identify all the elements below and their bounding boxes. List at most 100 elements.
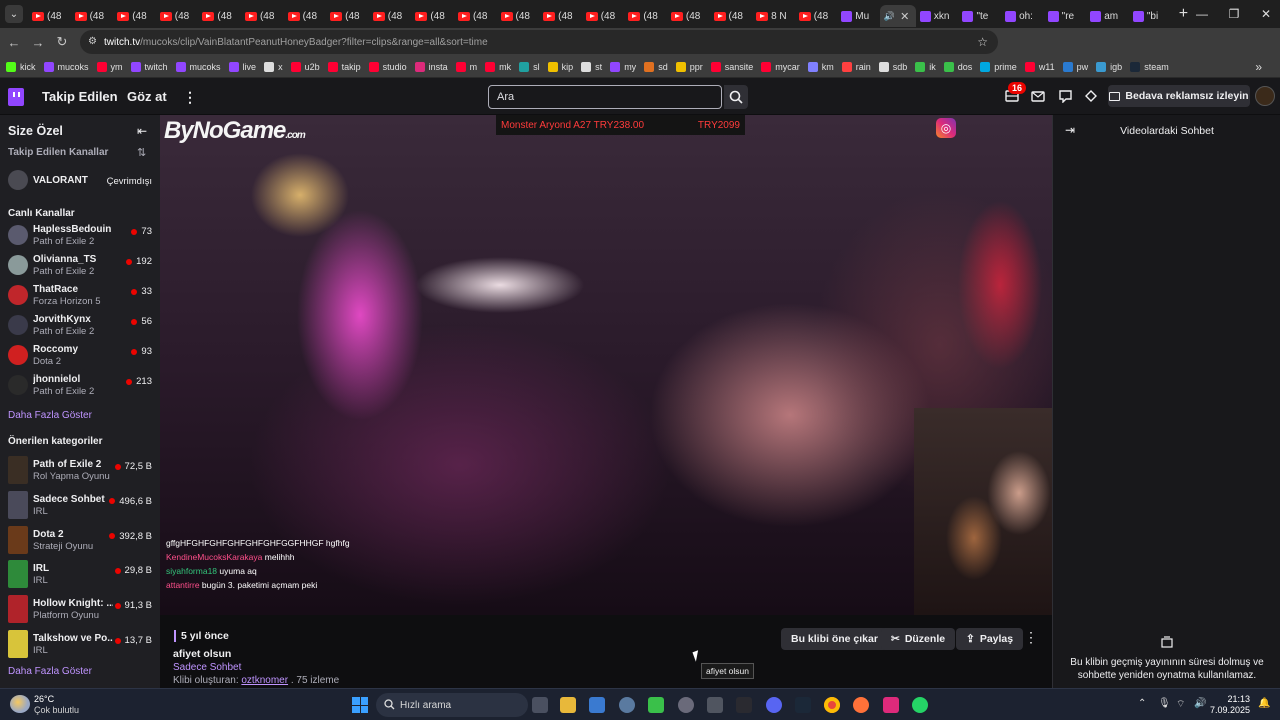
minimize-button[interactable]: —: [1186, 0, 1218, 28]
more-options-icon[interactable]: ⋮: [1024, 629, 1038, 646]
tab-close-icon[interactable]: ✕: [900, 10, 909, 23]
microphone-icon[interactable]: 🎙: [1158, 698, 1171, 709]
category-item[interactable]: Dota 2 Strateji Oyunu 392,8 B: [0, 525, 160, 555]
nav-following[interactable]: Takip Edilen: [42, 89, 118, 104]
bookmark-item[interactable]: ik: [915, 61, 936, 72]
notification-bell-icon[interactable]: 🔔: [1258, 698, 1270, 709]
app-icon[interactable]: [736, 697, 752, 713]
bookmark-item[interactable]: mucoks: [43, 61, 89, 72]
instagram-app-icon[interactable]: [883, 697, 899, 713]
category-item[interactable]: Hollow Knight: ... Platform Oyunu 91,3 B: [0, 594, 160, 624]
category-item[interactable]: IRL IRL 29,8 B: [0, 559, 160, 589]
bookmark-item[interactable]: studio: [368, 61, 407, 72]
bookmark-item[interactable]: takip: [327, 61, 361, 72]
clip-category-link[interactable]: Sadece Sohbet: [173, 662, 241, 673]
chrome-icon[interactable]: [824, 697, 840, 713]
show-more-channels-link[interactable]: Daha Fazla Göster: [8, 410, 92, 421]
feature-clip-button[interactable]: Bu klibi öne çıkar: [781, 628, 888, 650]
collapse-sidebar-icon[interactable]: ⇤: [137, 124, 147, 138]
bookmark-item[interactable]: u2b: [290, 61, 320, 72]
browser-tab[interactable]: (48: [28, 5, 71, 27]
file-explorer-icon[interactable]: [560, 697, 576, 713]
bookmark-item[interactable]: sdb: [878, 61, 907, 72]
chat-bubble-icon[interactable]: [1057, 88, 1073, 104]
browser-tab[interactable]: "bi: [1129, 5, 1172, 27]
bookmark-item[interactable]: st: [581, 61, 602, 72]
discord-icon[interactable]: [766, 697, 782, 713]
browser-tab[interactable]: (48: [326, 5, 369, 27]
bookmark-item[interactable]: ym: [96, 61, 123, 72]
bookmark-item[interactable]: my: [610, 61, 636, 72]
browser-tab[interactable]: xkn: [916, 5, 959, 27]
clock-time[interactable]: 21:13: [1224, 694, 1250, 704]
bookmark-item[interactable]: km: [807, 61, 834, 72]
bookmark-item[interactable]: kip: [547, 61, 573, 72]
bookmark-item[interactable]: x: [264, 61, 283, 72]
network-icon[interactable]: ⌔: [1176, 698, 1185, 711]
bookmark-item[interactable]: mycar: [761, 61, 800, 72]
live-channel-item[interactable]: Roccomy Dota 2 93: [0, 340, 160, 370]
sort-icon[interactable]: ⇅: [137, 146, 146, 159]
bookmark-item[interactable]: steam: [1130, 61, 1169, 72]
search-input[interactable]: Ara: [488, 85, 722, 109]
bookmark-item[interactable]: igb: [1096, 61, 1122, 72]
adfree-button[interactable]: Bedava reklamsız izleyin: [1108, 85, 1250, 107]
category-item[interactable]: Sadece Sohbet IRL 496,6 B: [0, 490, 160, 520]
live-channel-item[interactable]: JorvithKynx Path of Exile 2 56: [0, 310, 160, 340]
whispers-icon[interactable]: [1030, 88, 1046, 104]
active-tab[interactable]: 🔊 ✕: [879, 5, 916, 27]
bookmark-item[interactable]: dos: [943, 61, 972, 72]
maximize-button[interactable]: ❐: [1218, 0, 1250, 28]
share-button[interactable]: ⇪ Paylaş: [956, 628, 1024, 650]
bookmark-item[interactable]: mk: [485, 61, 511, 72]
taskbar-search[interactable]: Hızlı arama: [376, 693, 528, 717]
creator-link[interactable]: oztknomer: [241, 675, 288, 686]
live-channel-item[interactable]: Olivianna_TS Path of Exile 2 192: [0, 250, 160, 280]
live-channel-item[interactable]: jhonnielol Path of Exile 2 213: [0, 370, 160, 400]
whatsapp-icon[interactable]: [912, 697, 928, 713]
live-channel-item[interactable]: ThatRace Forza Horizon 5 33: [0, 280, 160, 310]
browser-tab[interactable]: (48: [71, 5, 114, 27]
browser-tab[interactable]: 8 N: [752, 5, 795, 27]
followed-channel[interactable]: VALORANT Çevrimdışı: [0, 165, 160, 195]
browser-tab[interactable]: (48: [582, 5, 625, 27]
edit-button[interactable]: ✂ Düzenle: [881, 628, 956, 650]
bookmark-item[interactable]: insta: [414, 61, 448, 72]
browser-tab[interactable]: (48: [369, 5, 412, 27]
weather-icon[interactable]: [10, 695, 30, 713]
url-field[interactable]: ⚙ twitch.tv/mucoks/clip/VainBlatantPeanu…: [80, 30, 998, 54]
bookmark-item[interactable]: ppr: [675, 61, 703, 72]
browser-tab[interactable]: "re: [1044, 5, 1087, 27]
forward-button[interactable]: →: [26, 30, 50, 54]
twitch-logo-icon[interactable]: [8, 88, 24, 106]
browser-tab[interactable]: (48: [156, 5, 199, 27]
browser-tab[interactable]: Mu: [837, 5, 880, 27]
browser-tab[interactable]: (48: [113, 5, 156, 27]
steam-icon[interactable]: [795, 697, 811, 713]
browser-tab[interactable]: (48: [198, 5, 241, 27]
search-button[interactable]: [724, 85, 748, 109]
headset-app-icon[interactable]: [648, 697, 664, 713]
browser-tab[interactable]: (48: [284, 5, 327, 27]
bookmarks-overflow-icon[interactable]: »: [1255, 60, 1262, 74]
store-icon[interactable]: [589, 697, 605, 713]
bookmark-item[interactable]: kick: [6, 61, 36, 72]
more-menu-icon[interactable]: ⋮: [183, 89, 197, 106]
browser-tab[interactable]: (48: [667, 5, 710, 27]
nav-browse[interactable]: Göz at: [127, 89, 167, 104]
bookmark-item[interactable]: sansite: [710, 61, 753, 72]
clock-date[interactable]: 7.09.2025: [1198, 705, 1250, 715]
start-button[interactable]: [352, 697, 368, 713]
crown-icon[interactable]: [1083, 88, 1099, 104]
bookmark-item[interactable]: m: [455, 61, 477, 72]
settings-icon[interactable]: [619, 697, 635, 713]
bookmark-item[interactable]: prime: [980, 61, 1017, 72]
browser-tab[interactable]: (48: [454, 5, 497, 27]
browser-tab[interactable]: am: [1086, 5, 1129, 27]
show-more-categories-link[interactable]: Daha Fazla Göster: [8, 666, 92, 677]
reload-button[interactable]: ↻: [50, 30, 74, 54]
category-item[interactable]: Path of Exile 2 Rol Yapma Oyunu 72,5 B: [0, 455, 160, 485]
back-button[interactable]: ←: [2, 30, 26, 54]
site-info-icon[interactable]: ⚙: [88, 36, 97, 47]
tray-chevron-icon[interactable]: ⌃: [1138, 698, 1146, 709]
